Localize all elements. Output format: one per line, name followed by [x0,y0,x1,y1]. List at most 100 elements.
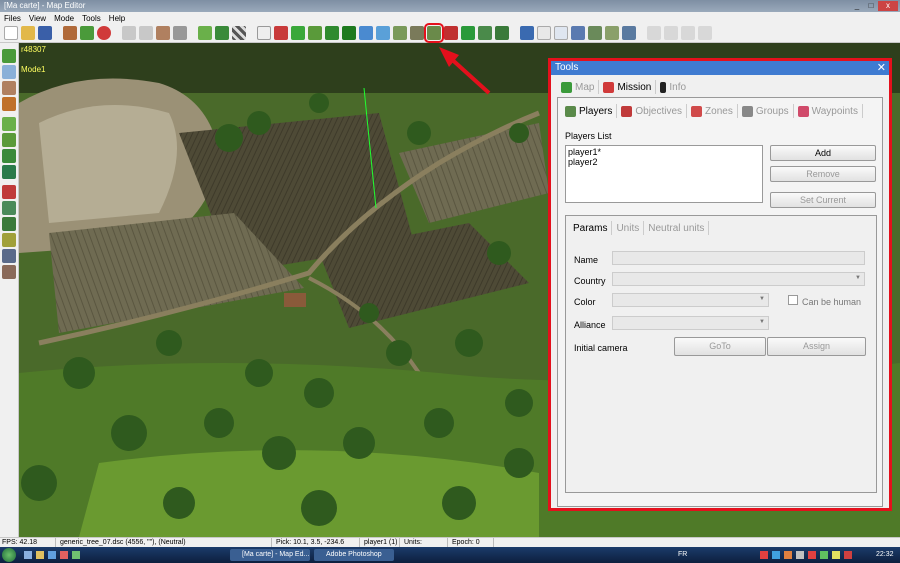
left-tool-14-icon[interactable] [2,265,16,279]
forest-icon[interactable] [342,26,356,40]
remove-button[interactable]: Remove [770,166,876,182]
left-tool-6-icon[interactable] [2,133,16,147]
preview-icon[interactable] [605,26,619,40]
left-tool-13-icon[interactable] [2,249,16,263]
water-icon[interactable] [359,26,373,40]
left-tool-12-icon[interactable] [2,233,16,247]
menu-view[interactable]: View [29,14,46,23]
list-item[interactable]: player2 [568,157,760,167]
tray-icon[interactable] [832,551,840,559]
alliance-select[interactable]: ▼ [612,316,769,330]
menu-mode[interactable]: Mode [54,14,74,23]
close-window-button[interactable]: x [878,1,898,11]
quicklaunch-icon[interactable] [72,551,80,559]
tab-neutral-units[interactable]: Neutral units [644,221,710,235]
tab-objectives[interactable]: Objectives [617,104,688,118]
tab-units[interactable]: Units [612,221,645,235]
tray-icon[interactable] [784,551,792,559]
clock[interactable]: 22:32 [876,550,894,560]
undo-icon[interactable] [122,26,136,40]
color-select[interactable]: ▼ [612,293,769,307]
set-current-button[interactable]: Set Current [770,192,876,208]
rock-icon[interactable] [410,26,424,40]
list-icon[interactable] [554,26,568,40]
quicklaunch-icon[interactable] [48,551,56,559]
tray-icon[interactable] [808,551,816,559]
building-icon[interactable] [393,26,407,40]
unit-squad-icon[interactable] [478,26,492,40]
close-icon[interactable]: ✕ [877,61,886,75]
rotate-icon[interactable] [156,26,170,40]
quicklaunch-icon[interactable] [60,551,68,559]
checker-icon[interactable] [232,26,246,40]
tray-icon[interactable] [796,551,804,559]
fence-icon[interactable] [325,26,339,40]
quicklaunch-icon[interactable] [36,551,44,559]
river-icon[interactable] [376,26,390,40]
maximize-button[interactable]: □ [864,1,878,11]
unit-forest-icon[interactable] [495,26,509,40]
tray-icon[interactable] [820,551,828,559]
players-list[interactable]: player1* player2 [565,145,763,203]
quicklaunch-icon[interactable] [24,551,32,559]
heightmap-icon[interactable] [198,26,212,40]
taskbar-item-map-editor[interactable]: [Ma carte] - Map Ed... [230,549,310,561]
tab-players[interactable]: Players [561,104,618,118]
left-tool-8-icon[interactable] [2,165,16,179]
new-file-icon[interactable] [4,26,18,40]
tray-icon[interactable] [760,551,768,559]
tab-params[interactable]: Params [569,221,613,235]
goto-button[interactable]: GoTo [674,337,766,356]
taskbar-item-photoshop[interactable]: Adobe Photoshop [314,549,394,561]
minimize-button[interactable]: _ [850,1,864,11]
grass-icon[interactable] [80,26,94,40]
mission-players-icon[interactable] [424,23,444,43]
window-icon[interactable] [571,26,585,40]
select-cursor-icon[interactable] [257,26,271,40]
layers-icon[interactable] [520,26,534,40]
redo-icon[interactable] [139,26,153,40]
language-indicator[interactable]: FR [678,550,687,560]
tray-icon[interactable] [772,551,780,559]
texture-icon[interactable] [215,26,229,40]
left-tool-1-icon[interactable] [2,49,16,63]
camera-icon[interactable] [173,26,187,40]
can-be-human-checkbox[interactable] [788,295,798,305]
tab-zones[interactable]: Zones [687,104,738,118]
object-icon[interactable] [588,26,602,40]
document-icon[interactable] [537,26,551,40]
country-select[interactable]: ▼ [612,272,865,286]
left-tool-11-icon[interactable] [2,217,16,231]
tab-mission[interactable]: Mission [599,80,657,94]
left-tool-10-icon[interactable] [2,201,16,215]
left-tool-5-icon[interactable] [2,117,16,131]
paint-red-icon[interactable] [274,26,288,40]
unit-green-icon[interactable] [461,26,475,40]
target-icon[interactable] [97,26,111,40]
add-button[interactable]: Add [770,145,876,161]
save-icon[interactable] [38,26,52,40]
settings-tools-icon[interactable] [622,26,636,40]
tab-groups[interactable]: Groups [738,104,794,118]
tab-waypoints[interactable]: Waypoints [794,104,863,118]
tray-icon[interactable] [844,551,852,559]
left-tool-2-icon[interactable] [2,65,16,79]
list-item[interactable]: player1* [568,147,760,157]
start-button[interactable] [2,548,16,562]
assign-button[interactable]: Assign [767,337,866,356]
left-tool-4-icon[interactable] [2,97,16,111]
tab-map[interactable]: Map [557,80,600,94]
menu-help[interactable]: Help [109,14,125,23]
menu-files[interactable]: Files [4,14,21,23]
paint-green-icon[interactable] [291,26,305,40]
left-tool-3-icon[interactable] [2,81,16,95]
left-tool-9-icon[interactable] [2,185,16,199]
road-icon[interactable] [308,26,322,40]
left-tool-7-icon[interactable] [2,149,16,163]
terrain-icon[interactable] [63,26,77,40]
menu-tools[interactable]: Tools [82,14,101,23]
tab-info[interactable]: Info [656,80,690,94]
unit-red-icon[interactable] [444,26,458,40]
name-field[interactable] [612,251,865,265]
open-folder-icon[interactable] [21,26,35,40]
